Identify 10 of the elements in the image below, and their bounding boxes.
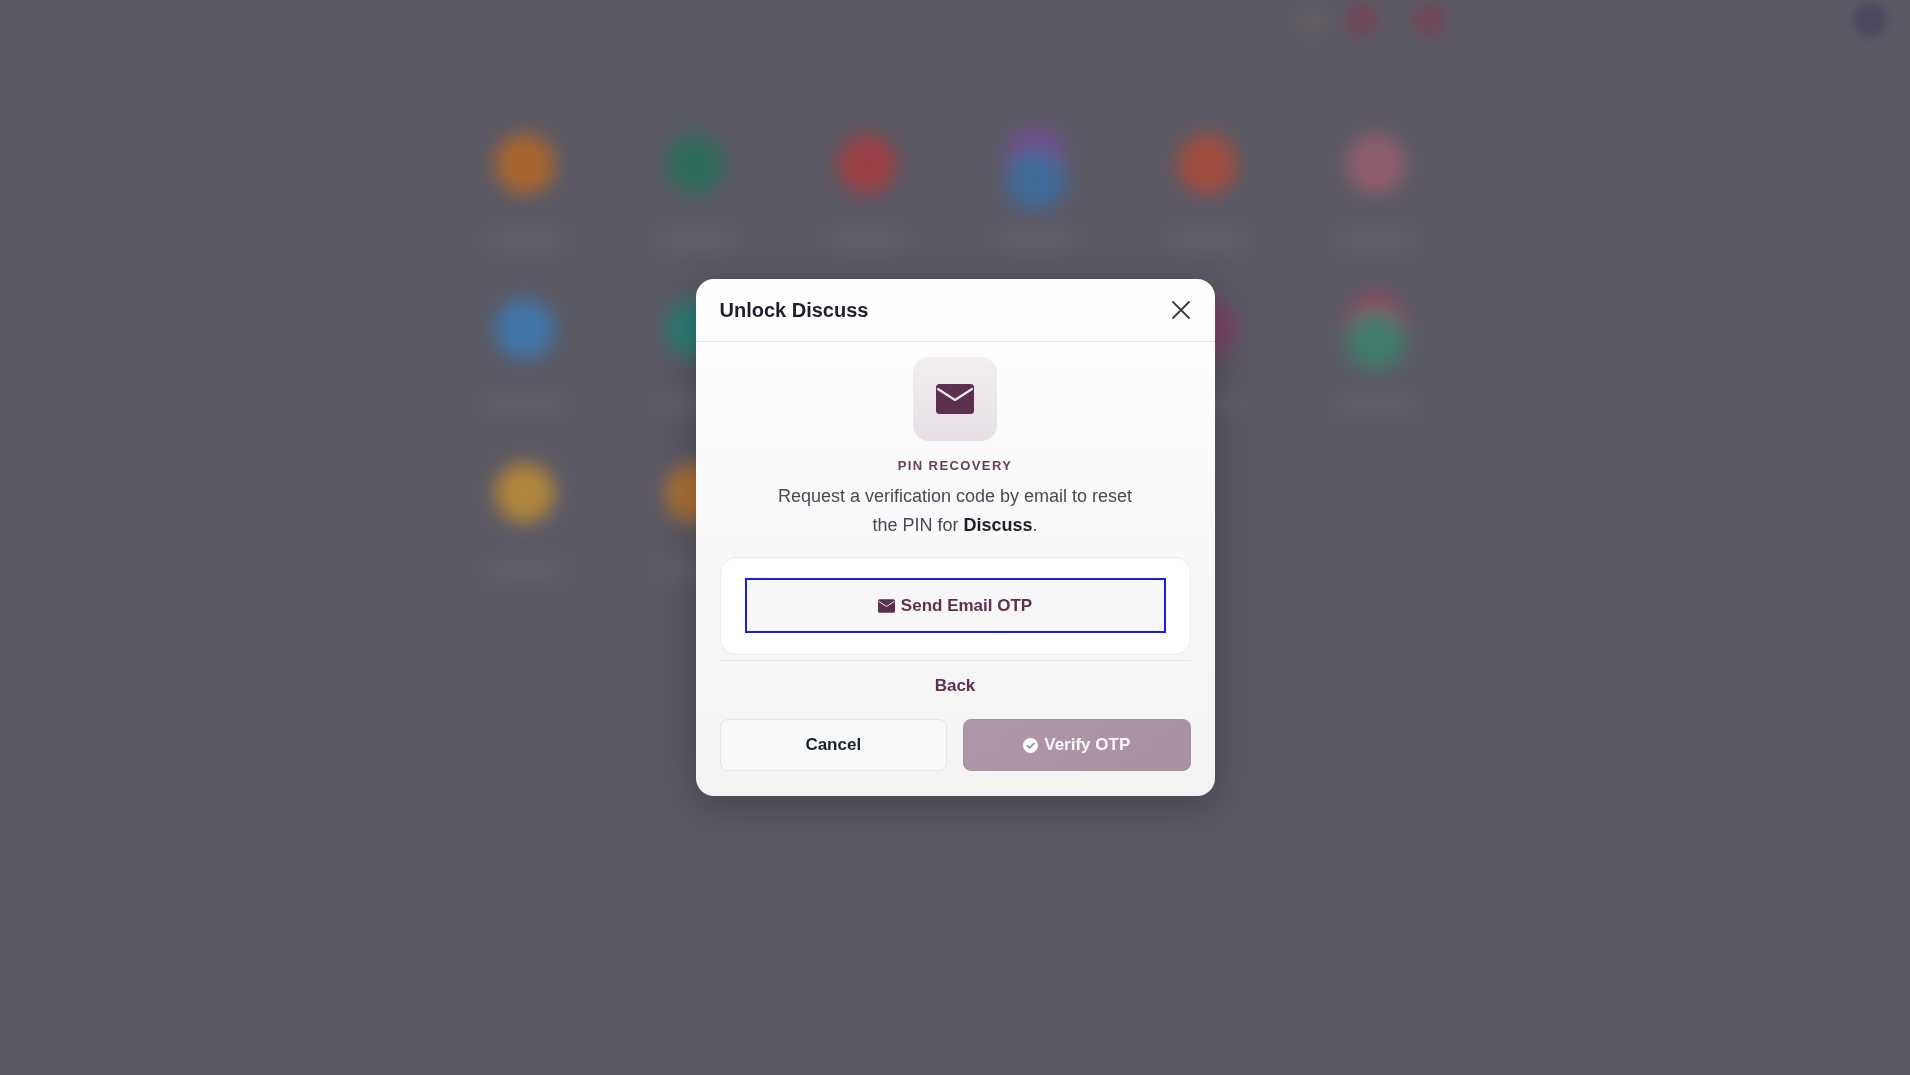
dialog-title: Unlock Discuss — [719, 298, 869, 322]
cancel-button[interactable]: Cancel — [719, 719, 947, 771]
send-email-otp-button[interactable]: Send Email OTP — [744, 578, 1166, 633]
envelope-icon — [913, 357, 997, 441]
section-label: PIN RECOVERY — [897, 458, 1013, 473]
envelope-icon — [877, 598, 895, 613]
check-circle-icon — [1023, 737, 1039, 753]
description-text: Request a verification code by email to reset the PIN for Discuss. — [776, 485, 1134, 537]
close-icon — [1171, 301, 1190, 319]
back-link[interactable]: Back — [926, 672, 984, 700]
